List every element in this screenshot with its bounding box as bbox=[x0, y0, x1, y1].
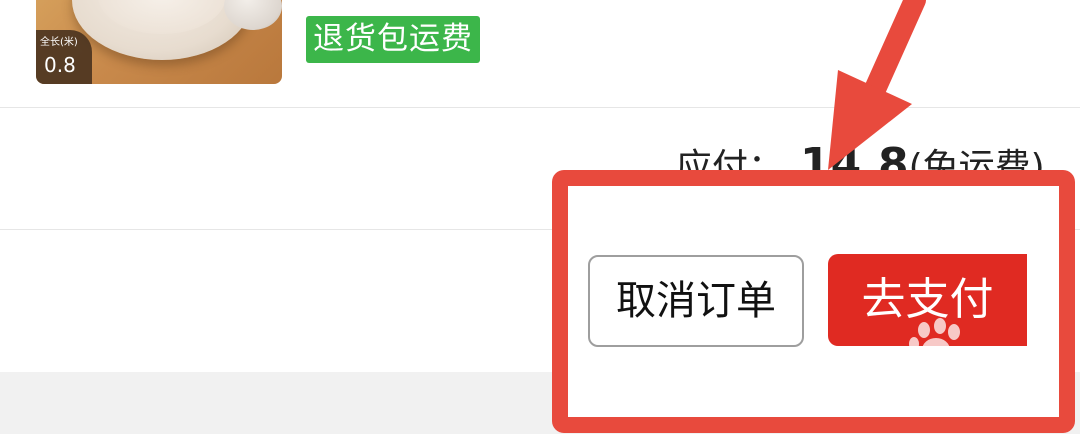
pay-button[interactable]: 去支付 bbox=[828, 254, 1027, 346]
length-label: 全长(米) bbox=[40, 37, 78, 48]
divider bbox=[0, 107, 1080, 108]
length-badge: 全长(米) 0.8 bbox=[36, 30, 92, 84]
product-thumbnail[interactable]: 全长(米) 0.8 bbox=[36, 0, 282, 84]
length-value: 0.8 bbox=[44, 53, 76, 77]
cancel-order-button[interactable]: 取消订单 bbox=[588, 255, 804, 347]
return-shipping-tag: 退货包运费 bbox=[306, 16, 480, 63]
